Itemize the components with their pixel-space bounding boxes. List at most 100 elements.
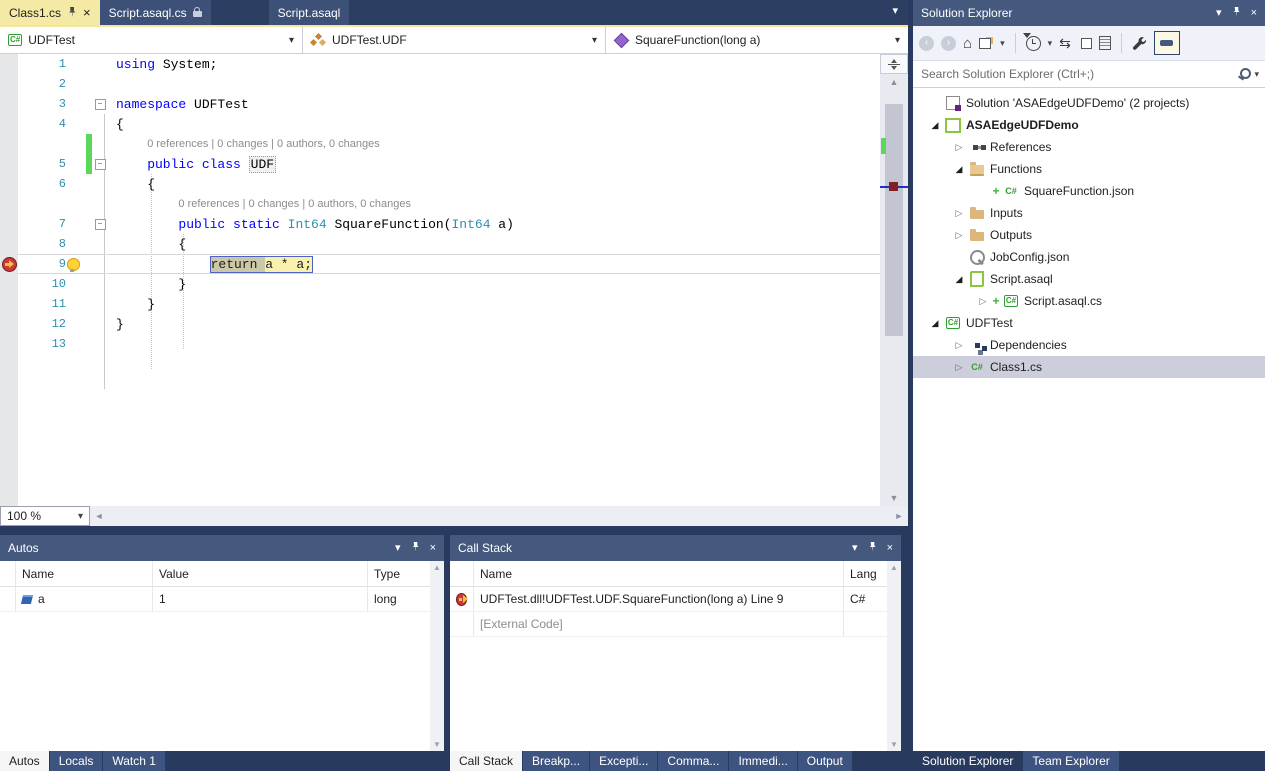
collapse-box-icon[interactable]: − [95,99,106,110]
window-position-chevron-icon[interactable]: ▾ [852,543,858,554]
search-icon[interactable] [1238,67,1252,81]
close-icon[interactable]: × [83,6,91,19]
expander-collapsed-icon[interactable]: ▷ [951,142,967,153]
call-stack-title-bar[interactable]: Call Stack ▾ × [450,535,901,561]
expander-collapsed-icon[interactable]: ▷ [975,296,991,307]
expander-collapsed-icon[interactable]: ▷ [951,208,967,219]
collapse-box-icon[interactable]: − [95,159,106,170]
search-input[interactable] [919,66,1238,82]
scrollbar-track[interactable] [880,90,908,490]
table-row[interactable]: a1long [0,587,444,612]
tree-item-solution-asaedgeudfdemo-2-projects-[interactable]: Solution 'ASAEdgeUDFDemo' (2 projects) [913,92,1265,114]
code-line[interactable]: 12} [0,314,880,334]
back-icon[interactable]: ‹ [919,36,934,51]
chevron-down-icon[interactable]: ▾ [1000,38,1005,49]
tab-script-asaql[interactable]: Script.asaql [269,0,350,25]
tool-window-tab-immedi-[interactable]: Immedi... [729,751,796,771]
properties-pages-icon[interactable] [1099,36,1111,50]
expander-expanded-icon[interactable]: ◢ [951,274,967,285]
code-line[interactable]: 1using System; [0,54,880,74]
tool-window-tab-autos[interactable]: Autos [0,751,49,771]
code-line[interactable]: 4{ [0,114,880,134]
scroll-right-arrow[interactable]: ► [890,506,908,526]
chevron-down-icon[interactable]: ▾ [1254,69,1259,80]
tool-window-tab-excepti-[interactable]: Excepti... [590,751,657,771]
expander-expanded-icon[interactable]: ◢ [951,164,967,175]
tree-item-functions[interactable]: ◢Functions [913,158,1265,180]
tool-window-tab-output[interactable]: Output [798,751,852,771]
tool-window-tab-breakp-[interactable]: Breakp... [523,751,589,771]
close-icon[interactable]: × [887,543,893,554]
home-icon[interactable]: ⌂ [963,36,972,51]
tree-item-references[interactable]: ▷References [913,136,1265,158]
code-line[interactable]: 9return a * a; [0,254,880,274]
column-header[interactable]: Name [474,561,844,586]
expander-collapsed-icon[interactable]: ▷ [951,340,967,351]
tool-window-tab-watch-1[interactable]: Watch 1 [103,751,165,771]
stack-frame-row[interactable]: [External Code] [450,612,901,637]
tool-window-tab-solution-explorer[interactable]: Solution Explorer [913,751,1022,771]
code-editor[interactable]: 1using System;23−namespace UDFTest4{0 re… [0,54,908,506]
scroll-up-arrow[interactable]: ▲ [880,74,908,90]
breakpoint-current-statement-icon[interactable] [2,257,17,272]
code-line[interactable]: 8{ [0,234,880,254]
tree-item-inputs[interactable]: ▷Inputs [913,202,1265,224]
tree-item-script-asaql-cs[interactable]: ▷+C#Script.asaql.cs [913,290,1265,312]
pin-icon[interactable] [1232,7,1241,20]
tree-item-udftest[interactable]: ◢C#UDFTest [913,312,1265,334]
codelens-row[interactable]: 0 references | 0 changes | 0 authors, 0 … [0,194,880,214]
code-line[interactable]: 10} [0,274,880,294]
column-header[interactable]: Value [153,561,368,586]
tab-script-asaql-cs[interactable]: Script.asaql.cs [100,0,211,25]
outlining-cell[interactable]: − [92,159,108,170]
codelens-row[interactable]: 0 references | 0 changes | 0 authors, 0 … [0,134,880,154]
close-icon[interactable]: × [1251,8,1257,19]
code-line[interactable]: 3−namespace UDFTest [0,94,880,114]
code-line[interactable]: 2 [0,74,880,94]
chevron-down-icon[interactable]: ▾ [1048,38,1053,49]
forward-icon[interactable]: › [941,36,956,51]
pending-changes-filter-icon[interactable] [1026,36,1041,51]
close-icon[interactable]: × [430,543,436,554]
horizontal-scrollbar-track[interactable] [108,506,890,526]
expander-expanded-icon[interactable]: ◢ [927,318,943,329]
sync-with-active-document-icon[interactable]: ⇆ [1059,36,1071,50]
split-window-handle[interactable] [880,54,908,74]
code-line[interactable]: 13 [0,334,880,354]
outlining-cell[interactable]: − [92,219,108,230]
tree-item-squarefunction-json[interactable]: +C#SquareFunction.json [913,180,1265,202]
collapse-all-icon[interactable] [1081,38,1092,49]
switch-views-icon[interactable] [979,37,993,49]
tab-list-chevron-icon[interactable]: ▾ [892,4,898,17]
tool-window-tab-comma-[interactable]: Comma... [658,751,728,771]
call-stack-scrollbar[interactable]: ▲ ▼ [887,561,901,751]
tree-item-outputs[interactable]: ▷Outputs [913,224,1265,246]
tree-item-class1-cs[interactable]: ▷C#Class1.cs [913,356,1265,378]
gutter-cell[interactable] [0,257,18,272]
tool-window-tab-team-explorer[interactable]: Team Explorer [1023,751,1118,771]
editor-vertical-scrollbar[interactable]: ▲ ▼ [880,54,908,506]
code-area[interactable]: 1using System;23−namespace UDFTest4{0 re… [0,54,880,506]
column-header[interactable]: Name [16,561,153,586]
tab-class1-cs[interactable]: Class1.cs × [0,0,100,25]
tree-item-jobconfig-json[interactable]: JobConfig.json [913,246,1265,268]
pin-icon[interactable] [411,542,420,555]
scroll-left-arrow[interactable]: ◄ [90,506,108,526]
code-line[interactable]: 7−public static Int64 SquareFunction(Int… [0,214,880,234]
code-line[interactable]: 5−public class UDF [0,154,880,174]
autos-scrollbar[interactable]: ▲ ▼ [430,561,444,751]
tree-item-asaedgeudfdemo[interactable]: ◢ASAEdgeUDFDemo [913,114,1265,136]
pin-icon[interactable] [67,7,77,18]
zoom-dropdown[interactable]: 100 % ▾ [0,506,90,526]
tree-item-script-asaql[interactable]: ◢Script.asaql [913,268,1265,290]
preview-selected-items-toggle[interactable] [1154,31,1180,55]
window-position-chevron-icon[interactable]: ▾ [395,543,401,554]
solution-explorer-title-bar[interactable]: Solution Explorer ▾ × [913,0,1265,26]
code-line[interactable]: 6{ [0,174,880,194]
outlining-cell[interactable]: − [92,99,108,110]
expander-collapsed-icon[interactable]: ▷ [951,362,967,373]
tool-window-tab-call-stack[interactable]: Call Stack [450,751,522,771]
project-dropdown[interactable]: C# UDFTest ▾ [0,27,303,53]
member-dropdown[interactable]: SquareFunction(long a) ▾ [606,27,908,53]
expander-collapsed-icon[interactable]: ▷ [951,230,967,241]
